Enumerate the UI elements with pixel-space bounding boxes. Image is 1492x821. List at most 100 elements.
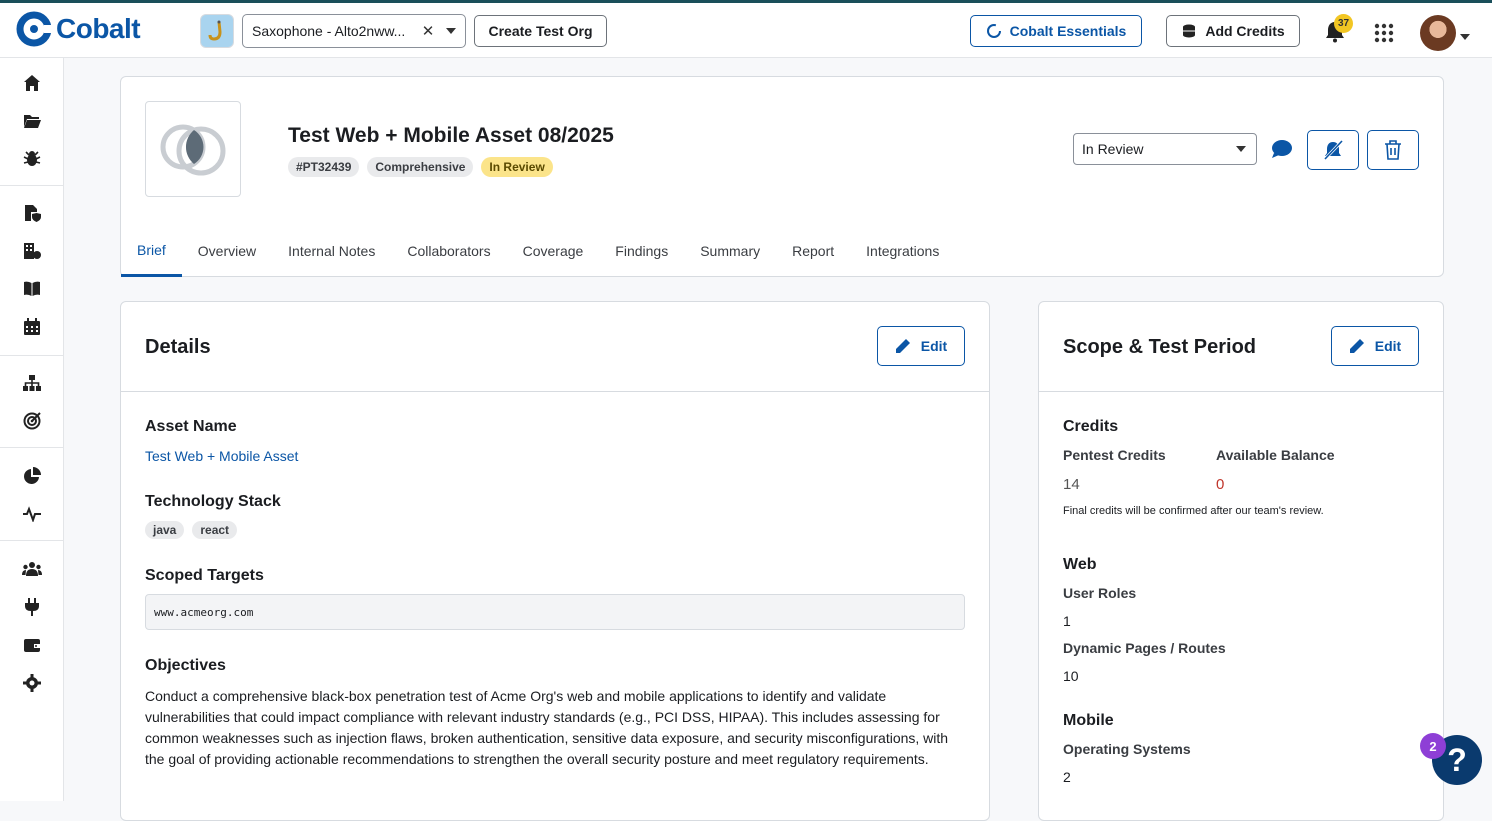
details-title: Details (145, 336, 211, 358)
tab-summary[interactable]: Summary (684, 225, 776, 277)
pentest-credits-label: Pentest Credits (1063, 447, 1166, 463)
dynamic-pages-label: Dynamic Pages / Routes (1063, 640, 1226, 656)
asset-name-label: Asset Name (145, 418, 237, 435)
home-icon[interactable] (20, 71, 44, 95)
asset-name-link[interactable]: Test Web + Mobile Asset (145, 448, 298, 464)
details-card: Details Edit Asset Name Test Web + Mobil… (120, 301, 990, 821)
tab-brief[interactable]: Brief (121, 225, 182, 277)
operating-systems-value: 2 (1063, 769, 1071, 785)
mobile-label: Mobile (1063, 712, 1114, 729)
asset-tabs: Brief Overview Internal Notes Collaborat… (121, 225, 955, 277)
chevron-down-icon[interactable] (437, 28, 465, 34)
asset-header-card: Test Web + Mobile Asset 08/2025 #PT32439… (120, 76, 1444, 277)
edit-label: Edit (920, 338, 948, 354)
gear-icon[interactable] (20, 671, 44, 695)
asset-logo (145, 101, 241, 197)
scope-title: Scope & Test Period (1063, 336, 1257, 358)
coins-icon (1183, 24, 1196, 38)
objectives-text: Conduct a comprehensive black-box penetr… (145, 688, 949, 767)
status-select-value: In Review (1082, 141, 1144, 157)
details-header: Details Edit (121, 302, 989, 392)
cobalt-logo[interactable]: Cobalt (16, 11, 141, 47)
apps-grid-icon[interactable] (1374, 23, 1394, 48)
calendar-icon[interactable] (20, 315, 44, 339)
brand-name: Cobalt (56, 13, 141, 44)
tech-chip: react (192, 521, 238, 539)
pie-chart-icon[interactable] (20, 464, 44, 488)
user-roles-value: 1 (1063, 613, 1071, 629)
pentest-credits-value: 14 (1063, 476, 1080, 493)
pencil-icon (1349, 339, 1364, 353)
sitemap-icon[interactable] (20, 371, 44, 395)
notification-count-badge: 37 (1334, 14, 1353, 33)
bug-icon[interactable] (20, 147, 44, 171)
add-credits-label: Add Credits (1205, 23, 1285, 39)
org-select[interactable]: Saxophone - Alto2nww... ✕ (242, 14, 466, 48)
help-count-badge: 2 (1420, 733, 1446, 759)
edit-details-button[interactable]: Edit (877, 326, 965, 366)
tab-internal-notes[interactable]: Internal Notes (272, 225, 391, 277)
tab-collaborators[interactable]: Collaborators (391, 225, 506, 277)
loading-ring-icon (986, 24, 1001, 38)
create-test-org-label: Create Test Org (488, 23, 593, 39)
clear-icon[interactable]: ✕ (419, 22, 437, 40)
plug-icon[interactable] (20, 595, 44, 619)
chevron-down-icon[interactable] (1460, 27, 1470, 45)
status-select[interactable]: In Review (1073, 133, 1257, 165)
bell-slash-icon (1323, 140, 1343, 160)
scoped-targets-value: www.acmeorg.com (145, 594, 965, 630)
tech-stack-chips: java react (145, 521, 238, 539)
book-icon[interactable] (20, 277, 44, 301)
create-test-org-button[interactable]: Create Test Org (474, 15, 607, 47)
edit-label: Edit (1374, 338, 1402, 354)
chevron-down-icon (1236, 146, 1246, 152)
scope-card: Scope & Test Period Edit Credits Pentest… (1038, 301, 1444, 821)
tab-coverage[interactable]: Coverage (507, 225, 600, 277)
credits-note: Final credits will be confirmed after ou… (1063, 505, 1324, 517)
user-avatar[interactable] (1420, 15, 1456, 51)
credits-label: Credits (1063, 418, 1119, 435)
org-avatar[interactable] (200, 14, 234, 48)
mute-notifications-button[interactable] (1307, 130, 1359, 170)
saxophone-icon (208, 20, 222, 41)
pencil-icon (895, 339, 910, 353)
comment-icon[interactable] (1271, 139, 1293, 164)
top-bar: Cobalt Saxophone - Alto2nww... ✕ Create … (0, 0, 1492, 58)
tab-integrations[interactable]: Integrations (850, 225, 955, 277)
building-icon[interactable] (20, 239, 44, 263)
asset-title: Test Web + Mobile Asset 08/2025 (288, 124, 614, 147)
tab-overview[interactable]: Overview (182, 225, 272, 277)
cobalt-logo-icon (16, 11, 52, 47)
tab-report[interactable]: Report (776, 225, 850, 277)
scope-header: Scope & Test Period Edit (1039, 302, 1443, 392)
folder-icon[interactable] (20, 109, 44, 133)
available-balance-value: 0 (1216, 476, 1225, 493)
test-type-tag: Comprehensive (367, 157, 474, 177)
asset-id-tag: #PT32439 (288, 157, 360, 177)
trash-icon (1385, 140, 1401, 160)
sidebar (0, 58, 64, 801)
wallet-icon[interactable] (20, 633, 44, 657)
asset-logo-icon (160, 124, 226, 176)
add-credits-button[interactable]: Add Credits (1166, 15, 1300, 47)
org-select-value: Saxophone - Alto2nww... (252, 23, 406, 39)
tab-findings[interactable]: Findings (599, 225, 684, 277)
operating-systems-label: Operating Systems (1063, 741, 1191, 757)
objectives-label: Objectives (145, 657, 226, 674)
delete-button[interactable] (1367, 130, 1419, 170)
available-balance-label: Available Balance (1216, 447, 1335, 463)
web-label: Web (1063, 556, 1097, 573)
file-shield-icon[interactable] (20, 201, 44, 225)
target-icon[interactable] (20, 409, 44, 433)
asset-tags: #PT32439 Comprehensive In Review (288, 157, 553, 177)
cobalt-essentials-label: Cobalt Essentials (1009, 23, 1127, 39)
tech-chip: java (145, 521, 185, 539)
dynamic-pages-value: 10 (1063, 668, 1079, 684)
user-roles-label: User Roles (1063, 585, 1137, 601)
cobalt-essentials-button[interactable]: Cobalt Essentials (970, 15, 1142, 47)
scoped-targets-label: Scoped Targets (145, 567, 264, 584)
users-icon[interactable] (20, 557, 44, 581)
activity-icon[interactable] (20, 502, 44, 526)
status-badge: In Review (481, 157, 553, 177)
edit-scope-button[interactable]: Edit (1331, 326, 1419, 366)
